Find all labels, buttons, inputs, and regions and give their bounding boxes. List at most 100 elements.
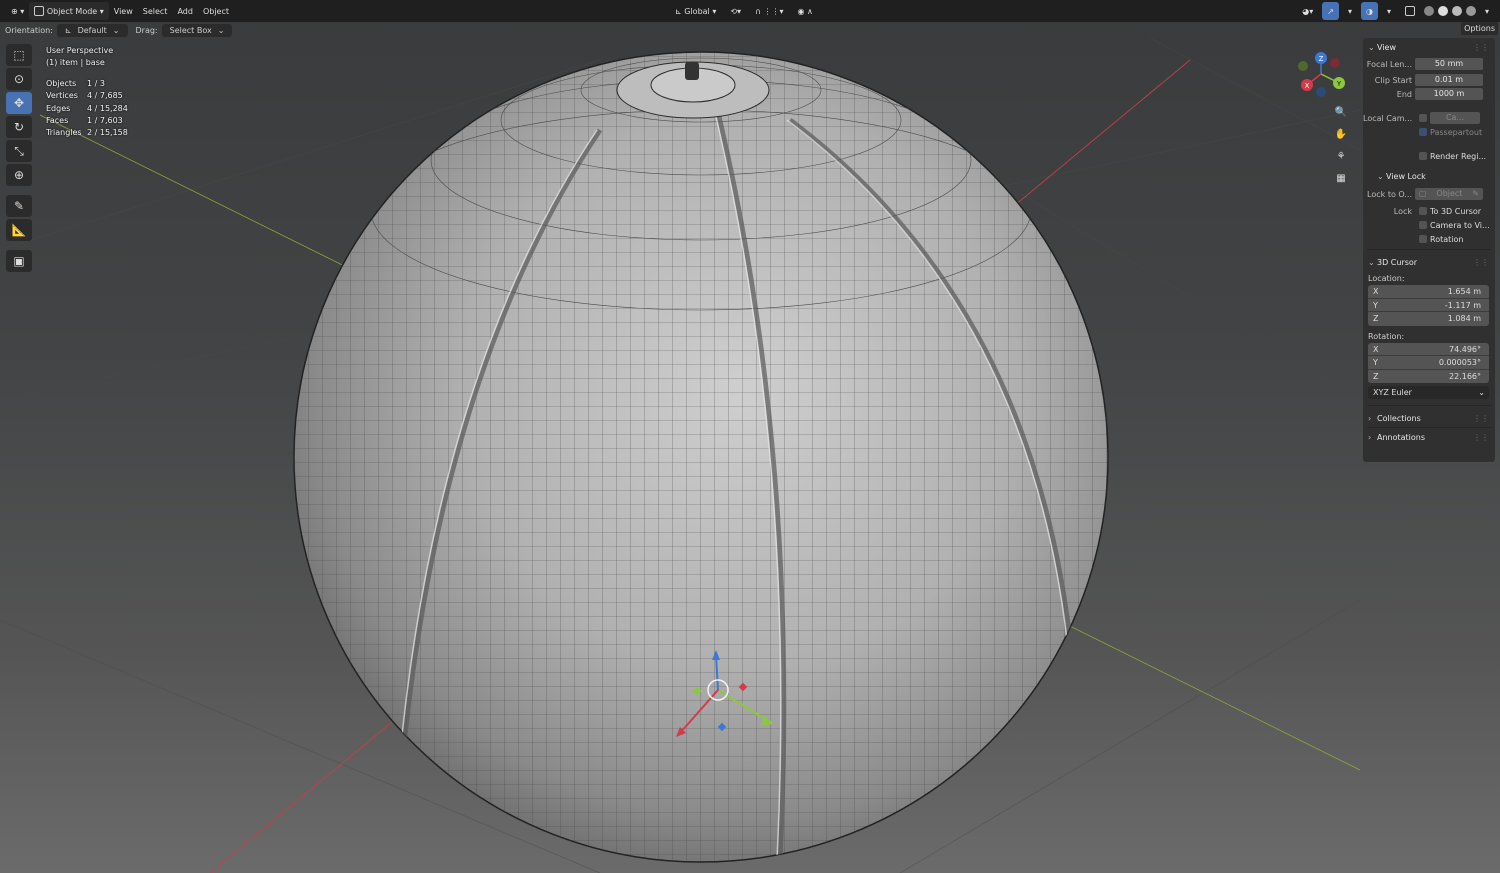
view-lock-header[interactable]: ⌄ View Lock [1363,167,1495,185]
zoom-button[interactable]: 🔍 [1333,104,1349,120]
add-cube-icon: ▣ [13,254,25,268]
location-x-field[interactable]: X 1.654 m [1368,285,1489,299]
rotation-mode-dropdown[interactable]: XYZ Euler ⌄ [1368,386,1489,399]
visibility-button[interactable]: ◕ ▾ [1297,2,1318,20]
3d-cursor-header[interactable]: ⌄ 3D Cursor ⋮⋮ [1363,253,1495,271]
view-name: User Perspective [46,46,114,55]
clip-end-field[interactable]: 1000 m [1415,88,1483,100]
magnet-icon: ∩ [755,6,761,16]
chevron-down-icon: ⌄ [1377,171,1384,181]
chevron-down-icon: ⌄ [217,25,225,35]
measure-icon: 📐 [11,223,27,237]
object-mode-icon [34,6,45,16]
location-y-field[interactable]: Y -1.117 m [1368,299,1489,312]
camera-to-view-checkbox[interactable] [1419,221,1427,229]
wireframe-shading-icon[interactable] [1423,6,1434,16]
menu-object[interactable]: Object [198,2,234,20]
transform-tool[interactable]: ⊕ [6,164,32,186]
location-z-field[interactable]: Z 1.084 m [1368,312,1489,326]
rotation-y-field[interactable]: Y 0.000053° [1368,356,1489,370]
ortho-toggle-button[interactable]: ▦ [1333,170,1349,186]
navigation-gizmo[interactable]: Z Y X [1295,50,1347,100]
select-box-tool[interactable]: ⬚ [6,44,32,66]
gizmo-toggle[interactable]: ↗ [1322,2,1339,20]
navigation-buttons: 🔍 ✋ ⚘ ▦ [1333,104,1349,186]
annotate-tool[interactable]: ✎ [6,195,32,217]
camera-to-view-row: Camera to Vi... [1363,218,1495,232]
options-button[interactable]: Options [1461,22,1498,35]
clip-start-row: Clip Start 0.01 m [1363,73,1495,87]
sphere-mesh [293,51,1109,863]
drag-handle-icon[interactable]: ⋮⋮ [1473,43,1489,52]
gizmo-z-label: Z [1319,55,1324,63]
select-box-icon: ⬚ [13,48,25,62]
shading-dropdown[interactable]: ▾ [1480,2,1494,20]
gizmo-y-label: Y [1336,80,1342,88]
chevron-right-icon: › [1368,413,1372,423]
scale-tool[interactable]: ⤡ [6,140,32,162]
editor-type-button[interactable]: ⊕ ▾ [6,2,29,20]
pan-button[interactable]: ✋ [1333,126,1349,142]
drag-handle-icon[interactable]: ⋮⋮ [1473,258,1489,267]
lock-rotation-checkbox[interactable] [1419,235,1427,243]
view-panel-header[interactable]: ⌄ View ⋮⋮ [1363,38,1495,56]
local-camera-field[interactable]: Ca... [1430,112,1480,124]
orientation-setting-value: Default [77,25,107,35]
gizmo-dropdown[interactable]: ▾ [1343,2,1357,20]
editor-type-icon: ⊕ [11,6,18,16]
eye-icon: ◕ [1302,6,1310,16]
xray-toggle[interactable] [1400,2,1420,20]
pivot-point-button[interactable]: ⟲ ▾ [725,2,746,20]
proportional-editing-toggle[interactable]: ◉ ∧ [792,2,817,20]
lock-to-cursor-label: To 3D Cursor [1430,206,1482,216]
orientation-label: Global [684,6,710,16]
orientation-setting-label: Orientation: [5,25,53,35]
eyedropper-icon[interactable]: ✎ [1472,188,1479,200]
menu-select[interactable]: Select [138,2,173,20]
rendered-shading-icon[interactable] [1465,6,1476,16]
focal-length-field[interactable]: 50 mm [1415,58,1483,70]
render-region-checkbox[interactable] [1419,152,1427,160]
cursor-tool[interactable]: ⊙ [6,68,32,90]
material-shading-icon[interactable] [1451,6,1462,16]
rotate-tool[interactable]: ↻ [6,116,32,138]
rotation-z-field[interactable]: Z 22.166° [1368,370,1489,384]
overlays-dropdown[interactable]: ▾ [1382,2,1396,20]
menu-add[interactable]: Add [172,2,198,20]
stat-row: Triangles 2 / 15,158 [46,128,128,138]
sidebar-view-panel: ⌄ View ⋮⋮ Focal Len... 50 mm Clip Start … [1363,38,1495,462]
passepartout-checkbox[interactable] [1419,128,1427,136]
menu-view[interactable]: View [109,2,138,20]
collections-panel-header[interactable]: › Collections ⋮⋮ [1363,409,1495,427]
overlays-toggle[interactable]: ◑ [1360,2,1378,20]
camera-view-button[interactable]: ⚘ [1333,148,1349,164]
falloff-icon: ∧ [807,6,813,16]
drag-handle-icon[interactable]: ⋮⋮ [1473,433,1489,442]
lock-object-field[interactable]: ▢ Object ✎ [1415,188,1483,200]
clip-start-field[interactable]: 0.01 m [1415,74,1483,86]
lock-to-cursor-checkbox[interactable] [1419,207,1427,215]
solid-shading-icon[interactable] [1437,6,1448,16]
pivot-icon: ⟲ [730,6,738,16]
drag-dropdown[interactable]: Select Box ⌄ [161,23,233,37]
snap-toggle[interactable]: ∩ ⋮⋮ ▾ [750,2,788,20]
add-cube-tool[interactable]: ▣ [6,250,32,272]
transform-orientation-dropdown[interactable]: ⊾ Global ▾ [670,2,721,20]
annotations-panel-header[interactable]: › Annotations ⋮⋮ [1363,428,1495,446]
transform-icon: ⊕ [13,168,25,182]
drag-handle-icon[interactable]: ⋮⋮ [1473,414,1489,423]
local-camera-checkbox[interactable] [1419,114,1427,122]
orientation-setting-dropdown[interactable]: ⊾ Default ⌄ [56,23,128,37]
local-camera-row: Local Cam... Ca... [1363,111,1495,125]
mode-dropdown[interactable]: Object Mode ▾ [29,2,109,20]
rotation-x-field[interactable]: X 74.496° [1368,343,1489,356]
move-icon: ✥ [13,96,25,110]
chevron-down-icon: ⌄ [1368,42,1375,52]
move-tool[interactable]: ✥ [6,92,32,114]
camera-icon: ⚘ [1336,150,1346,162]
measure-tool[interactable]: 📐 [6,219,32,241]
3d-viewport[interactable] [0,38,1360,873]
drag-value: Select Box [169,25,212,35]
camera-to-view-label: Camera to Vi... [1430,220,1490,230]
grid-icon: ▦ [1336,172,1346,184]
